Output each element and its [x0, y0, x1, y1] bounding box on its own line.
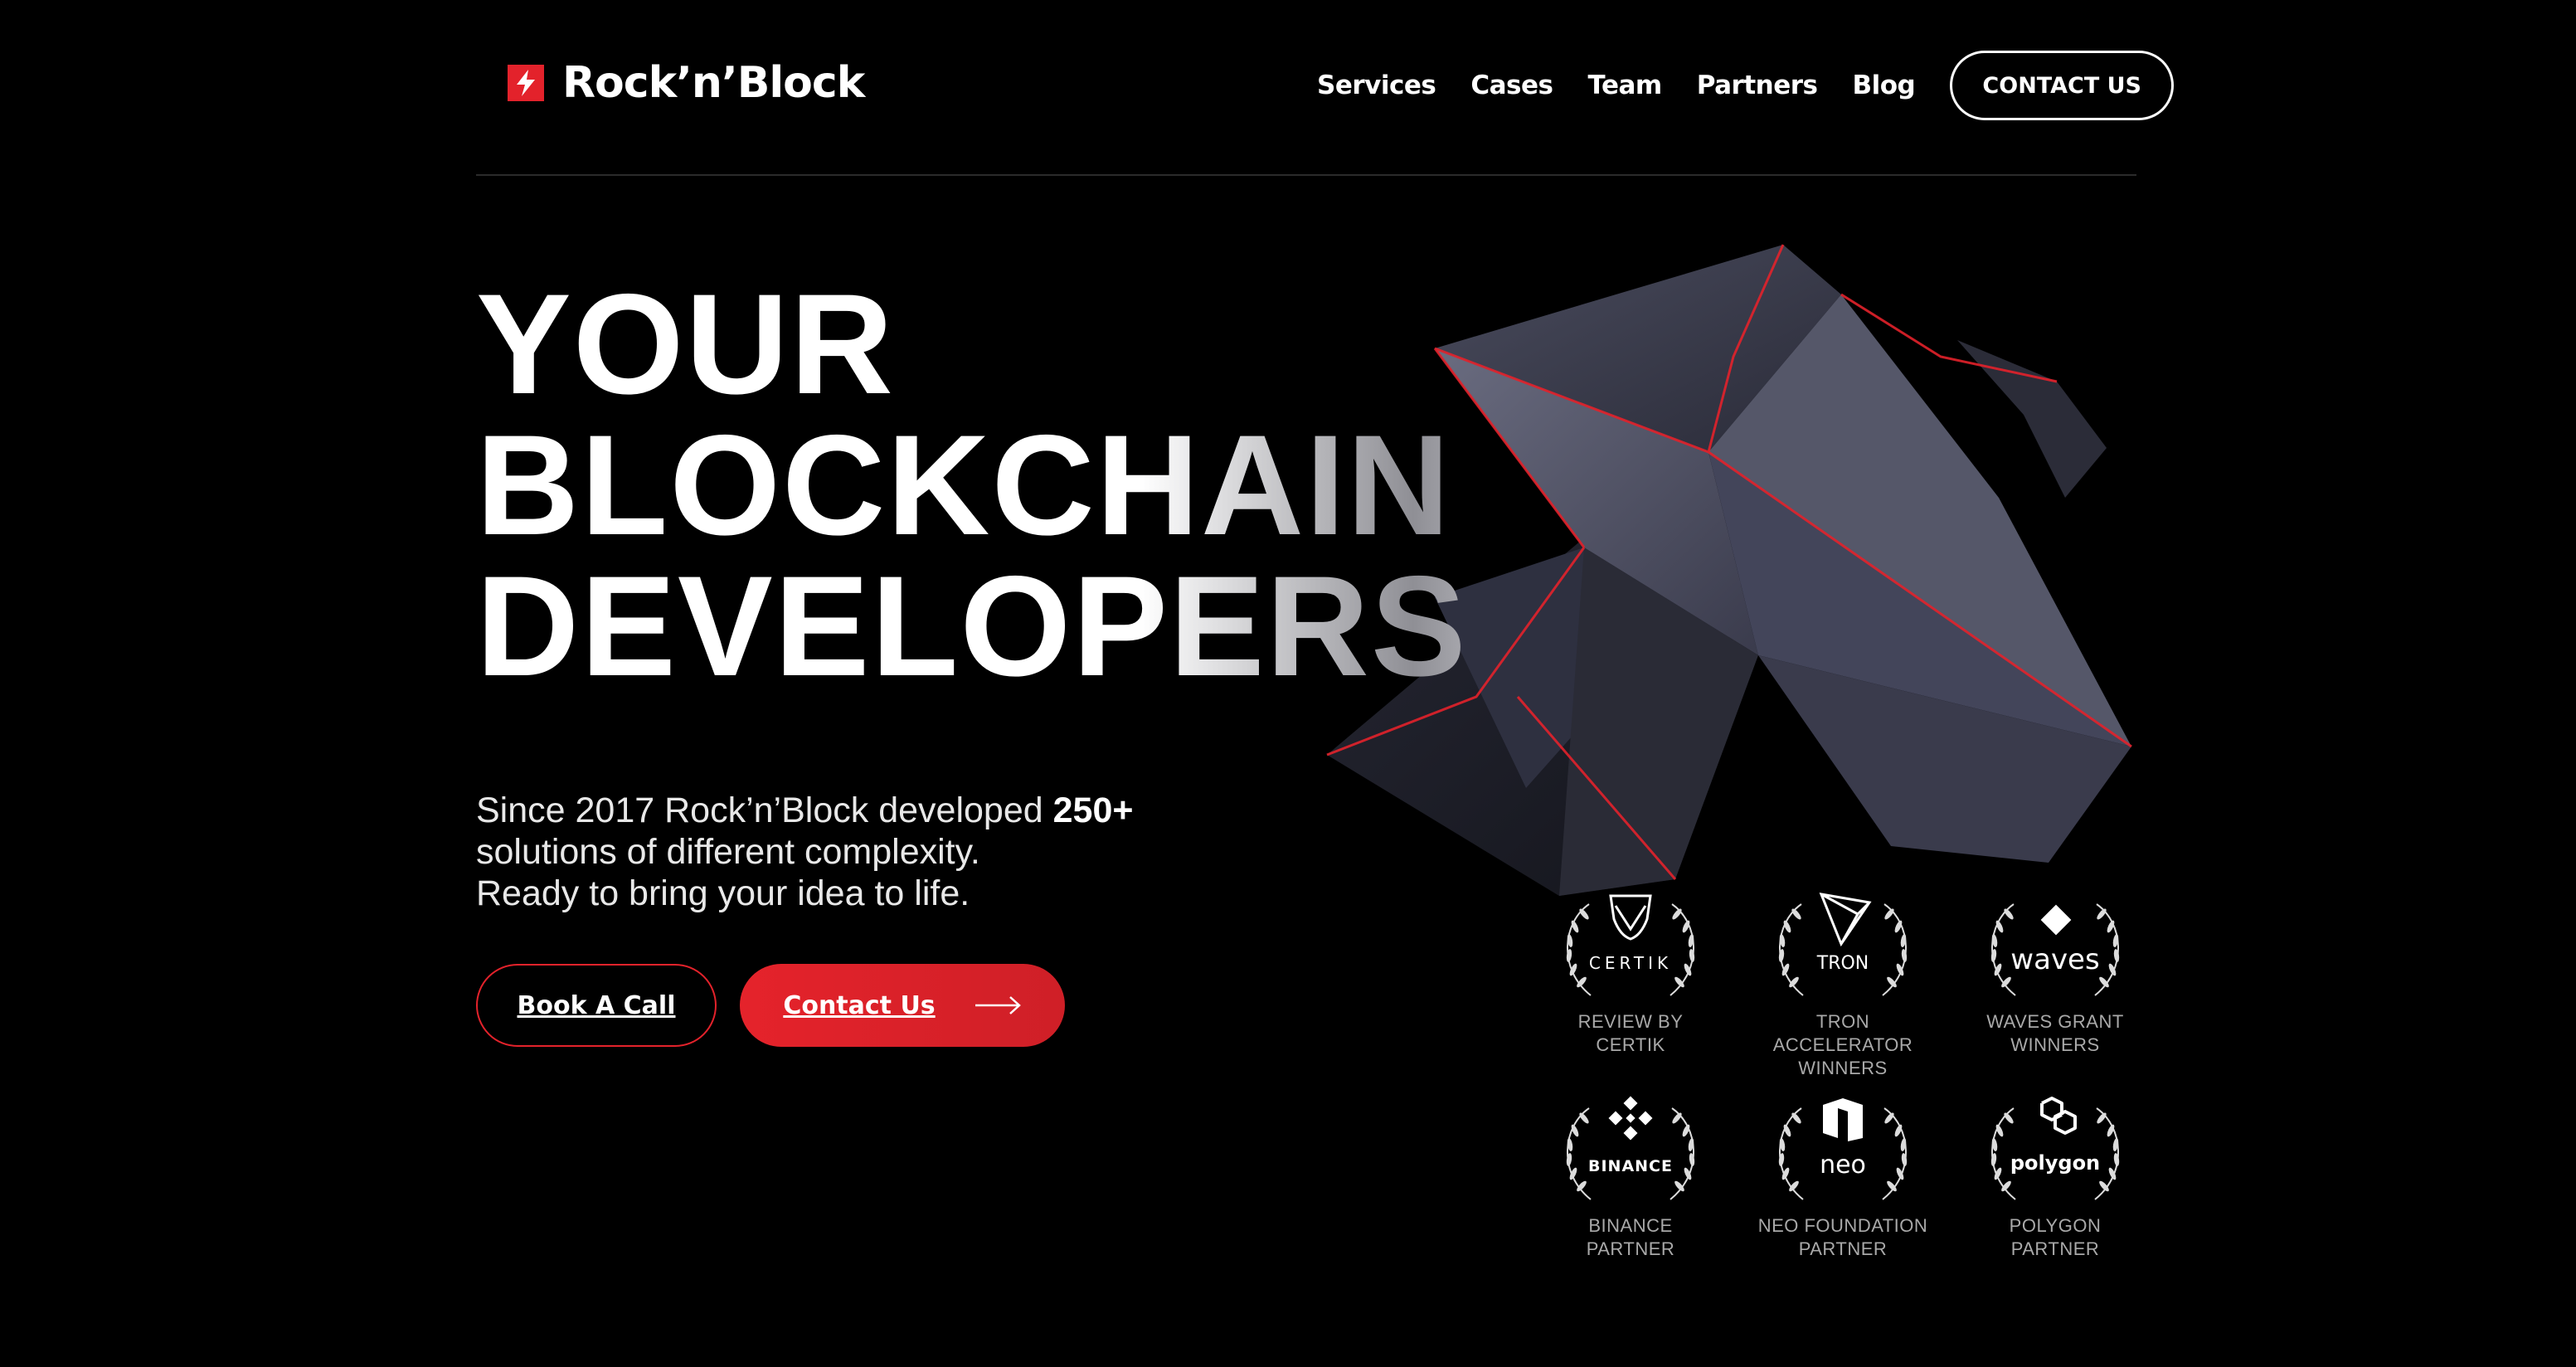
lightning-icon — [508, 65, 544, 101]
binance-logo-icon: BINANCE — [1564, 1096, 1697, 1200]
award-caption: BINANCE PARTNER — [1539, 1214, 1722, 1261]
award-logo-text: neo — [1820, 1151, 1866, 1180]
brand-name: Rock’n’Block — [562, 58, 865, 108]
book-call-button[interactable]: Book A Call — [476, 964, 717, 1047]
projects-count: 250+ — [1052, 791, 1134, 830]
book-call-label: Book A Call — [517, 990, 676, 1020]
hero-title-line-2: BLOCKCHAIN — [476, 414, 1468, 557]
header-divider — [476, 174, 2136, 176]
hero-subtitle-line-2: solutions of different complexity. — [476, 832, 980, 872]
award-caption-line-2: WINNERS — [1798, 1058, 1888, 1078]
award-certik: CERTIK REVIEW BY CERTIK — [1539, 889, 1722, 1057]
neo-logo-icon: neo — [1776, 1098, 1909, 1200]
award-caption-line-2: WINNERS — [2010, 1034, 2100, 1055]
hero-title: YOUR BLOCKCHAIN DEVELOPERS — [476, 265, 1468, 706]
award-caption: REVIEW BY CERTIK — [1539, 1010, 1722, 1057]
tron-logo-icon: TRON — [1776, 893, 1909, 996]
award-caption-line-2: CERTIK — [1596, 1034, 1665, 1055]
award-caption-line-1: POLYGON — [2009, 1215, 2102, 1236]
award-caption: WAVES GRANT WINNERS — [1964, 1010, 2146, 1057]
nav-item-blog[interactable]: Blog — [1852, 71, 1915, 100]
certik-shield-icon: CERTIK — [1564, 894, 1697, 996]
award-caption: NEO FOUNDATION PARTNER — [1752, 1214, 1934, 1261]
nav-contact-button[interactable]: CONTACT US — [1950, 51, 2175, 120]
nav-item-services[interactable]: Services — [1317, 71, 1436, 100]
nav-item-partners[interactable]: Partners — [1697, 71, 1818, 100]
award-caption-line-1: TRON ACCELERATOR — [1772, 1011, 1913, 1055]
award-tron: TRON TRON ACCELERATOR WINNERS — [1752, 889, 1934, 1080]
award-logo-text: waves — [2010, 943, 2099, 976]
award-caption-line-1: BINANCE — [1588, 1215, 1673, 1236]
award-caption-line-2: PARTNER — [2010, 1238, 2100, 1259]
nav-item-cases[interactable]: Cases — [1470, 71, 1553, 100]
award-caption-line-2: PARTNER — [1798, 1238, 1888, 1259]
hero-subtitle: Since 2017 Rock’n’Block developed 250+ s… — [476, 790, 1133, 914]
hero-title-line-3: DEVELOPERS — [476, 547, 1468, 706]
award-caption-line-2: PARTNER — [1586, 1238, 1675, 1259]
nav-item-team[interactable]: Team — [1587, 71, 1662, 100]
contact-us-label: Contact Us — [783, 990, 936, 1020]
award-polygon: polygon POLYGON PARTNER — [1964, 1093, 2146, 1261]
award-binance: BINANCE BINANCE PARTNER — [1539, 1093, 1722, 1261]
award-logo-text: BINANCE — [1588, 1157, 1673, 1175]
arrow-right-icon — [975, 996, 1021, 1014]
award-waves: waves WAVES GRANT WINNERS — [1964, 889, 2146, 1057]
hero-subtitle-line-1: Since 2017 Rock’n’Block developed 250+ — [476, 790, 1133, 831]
award-caption: POLYGON PARTNER — [1964, 1214, 2146, 1261]
award-caption: TRON ACCELERATOR WINNERS — [1752, 1010, 1934, 1080]
main-nav: Services Cases Team Partners Blog CONTAC… — [1317, 48, 2175, 123]
hero-subtitle-line-3: Ready to bring your idea to life. — [476, 873, 970, 913]
hero-title-line-1: YOUR — [476, 265, 895, 424]
polygon-logo-icon: polygon — [1989, 1097, 2122, 1200]
award-logo-text: CERTIK — [1589, 953, 1672, 973]
waves-diamond-icon: waves — [1989, 903, 2122, 996]
brand-logo[interactable]: Rock’n’Block — [508, 58, 865, 108]
award-caption-line-1: NEO FOUNDATION — [1757, 1215, 1928, 1236]
contact-us-button[interactable]: Contact Us — [740, 964, 1065, 1047]
award-caption-line-1: REVIEW BY — [1577, 1011, 1684, 1032]
award-neo: neo NEO FOUNDATION PARTNER — [1752, 1093, 1934, 1261]
hero-subtitle-text: Since 2017 Rock’n’Block developed — [476, 791, 1043, 830]
award-logo-text: polygon — [2010, 1151, 2100, 1175]
award-logo-text: TRON — [1816, 953, 1869, 974]
award-caption-line-1: WAVES GRANT — [1986, 1011, 2124, 1032]
